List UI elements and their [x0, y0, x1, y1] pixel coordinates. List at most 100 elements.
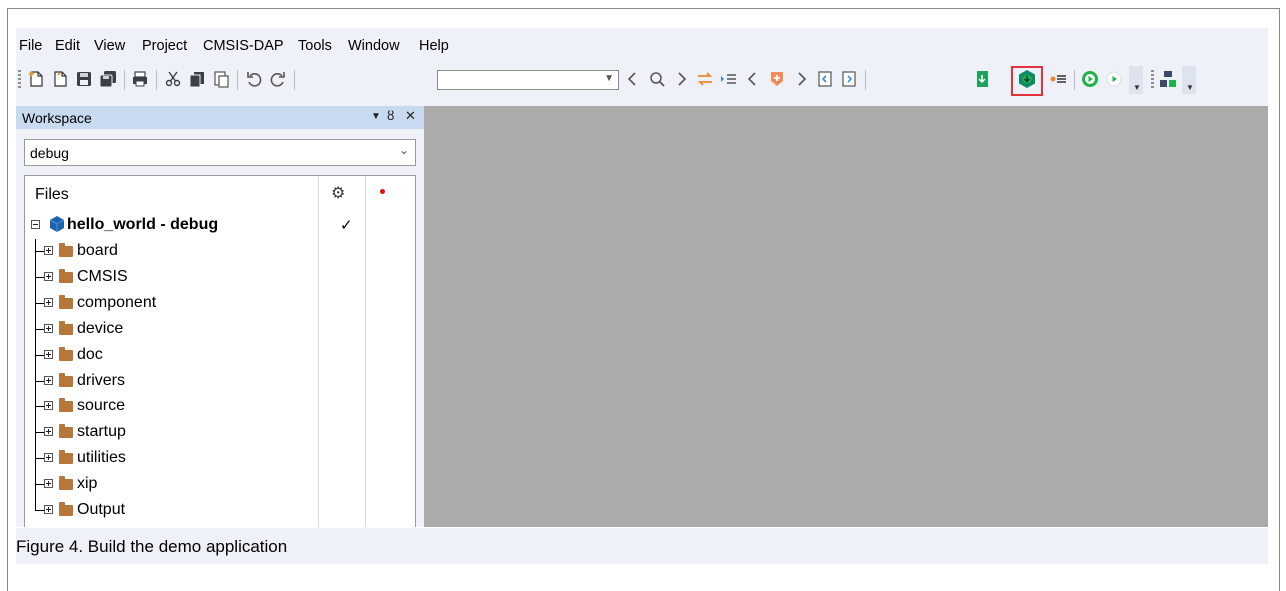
ide-window: File Edit View Project CMSIS-DAP Tools W…: [16, 28, 1268, 527]
folder-name: xip: [77, 475, 98, 493]
toolbar-overflow-button[interactable]: ▼: [1129, 66, 1143, 94]
tree-line: [35, 328, 44, 330]
folder-row[interactable]: xip: [25, 472, 415, 499]
folder-row[interactable]: board: [25, 239, 415, 265]
go-to-icon[interactable]: [695, 69, 715, 89]
gear-icon[interactable]: ⚙: [331, 183, 345, 203]
tree-line: [35, 458, 44, 460]
expand-icon[interactable]: [44, 505, 53, 514]
menu-project[interactable]: Project: [142, 38, 187, 54]
chevron-down-icon: ⌄: [398, 143, 409, 157]
expand-icon[interactable]: [44, 349, 53, 359]
make-and-run-icon[interactable]: [1104, 69, 1124, 89]
compile-icon[interactable]: [972, 69, 992, 89]
folder-row[interactable]: doc: [25, 342, 415, 369]
tree-line: [35, 302, 44, 304]
redo-icon[interactable]: [268, 69, 288, 89]
tree-line: [35, 264, 36, 291]
highlight-box: [1011, 66, 1043, 96]
folder-row[interactable]: CMSIS: [25, 264, 415, 291]
project-row[interactable]: hello_world - debug ✓: [25, 213, 415, 239]
save-icon[interactable]: [74, 69, 94, 89]
folder-name: startup: [77, 423, 126, 441]
tree-line: [35, 276, 44, 278]
toolbar-separator: [156, 70, 157, 90]
cmsis-manage-icon[interactable]: [1158, 69, 1178, 89]
close-icon[interactable]: ✕: [405, 108, 416, 124]
tree-line: [35, 251, 44, 252]
expand-icon[interactable]: [44, 323, 53, 333]
folder-name: component: [77, 293, 157, 311]
find-next-icon[interactable]: [671, 69, 691, 89]
toolbar-separator: [865, 70, 866, 90]
caption-text: Figure 4. Build the demo application: [16, 537, 288, 556]
copy-icon[interactable]: [187, 69, 207, 89]
folder-row[interactable]: drivers: [25, 368, 415, 395]
save-all-icon[interactable]: [98, 69, 118, 89]
breakpoint-dot-icon[interactable]: [380, 189, 385, 194]
next-bookmark-icon[interactable]: [791, 69, 811, 89]
menu-help[interactable]: Help: [419, 38, 449, 54]
folder-icon: [59, 398, 73, 413]
folder-name: device: [77, 319, 124, 337]
editor-area[interactable]: [424, 106, 1268, 527]
folder-name: Output: [77, 501, 126, 518]
dropdown-icon[interactable]: ▼: [371, 111, 381, 122]
folder-row[interactable]: Output: [25, 498, 415, 524]
menu-cmsis-dap[interactable]: CMSIS-DAP: [203, 38, 284, 54]
toolbar-grip[interactable]: [1151, 70, 1154, 90]
figure-caption: Figure 4. Build the demo application: [16, 528, 1268, 564]
folder-row[interactable]: component: [25, 290, 415, 317]
configuration-select[interactable]: debug ⌄: [24, 139, 416, 166]
tree-line: [35, 484, 44, 486]
expand-icon[interactable]: [44, 401, 53, 411]
folder-row[interactable]: startup: [25, 420, 415, 447]
pin-icon[interactable]: ȣ: [387, 108, 394, 123]
folder-row[interactable]: utilities: [25, 446, 415, 473]
expand-icon[interactable]: [44, 375, 53, 385]
chevron-down-icon: ▼: [604, 73, 614, 84]
menu-window[interactable]: Window: [348, 38, 400, 54]
menu-view[interactable]: View: [94, 38, 125, 54]
collapse-icon[interactable]: [31, 220, 40, 229]
chevron-down-icon: ▼: [1186, 83, 1194, 92]
folder-row[interactable]: source: [25, 394, 415, 421]
expand-icon[interactable]: [44, 427, 53, 437]
print-icon[interactable]: [130, 69, 150, 89]
menu-edit[interactable]: Edit: [55, 38, 80, 54]
find-icon[interactable]: [647, 69, 667, 89]
expand-icon[interactable]: [44, 246, 53, 255]
open-file-icon[interactable]: [50, 69, 70, 89]
expand-icon[interactable]: [44, 271, 53, 281]
file-tree: Files ⚙ hello_world - debug ✓ board CMSIS…: [24, 175, 416, 527]
expand-icon[interactable]: [44, 479, 53, 489]
main-toolbar: ▼ ▼ ▼: [16, 64, 1268, 96]
folder-name: CMSIS: [77, 267, 128, 285]
debug-without-download-icon[interactable]: [1048, 69, 1068, 89]
undo-icon[interactable]: [244, 69, 264, 89]
toolbar-grip[interactable]: [18, 70, 21, 90]
navigate-forward-icon[interactable]: [839, 69, 859, 89]
navigate-back-icon[interactable]: [815, 69, 835, 89]
files-column-header[interactable]: Files: [35, 186, 69, 204]
search-combo[interactable]: ▼: [437, 70, 619, 90]
find-previous-icon[interactable]: [623, 69, 643, 89]
shield-bookmark-icon[interactable]: [767, 69, 787, 89]
folder-icon: [59, 320, 73, 335]
toolbar-separator: [294, 70, 295, 90]
menu-tools[interactable]: Tools: [298, 38, 332, 54]
tree-line: [35, 432, 44, 434]
expand-icon[interactable]: [44, 297, 53, 307]
new-file-icon[interactable]: [26, 69, 46, 89]
toggle-bookmark-icon[interactable]: [719, 69, 739, 89]
paste-icon[interactable]: [211, 69, 231, 89]
folder-row[interactable]: device: [25, 316, 415, 343]
previous-bookmark-icon[interactable]: [743, 69, 763, 89]
toolbar-overflow-button[interactable]: ▼: [1182, 66, 1196, 94]
cut-icon[interactable]: [163, 69, 183, 89]
menu-file[interactable]: File: [19, 38, 42, 54]
tree-line: [35, 472, 36, 499]
expand-icon[interactable]: [44, 453, 53, 463]
toolbar-separator: [237, 70, 238, 90]
go-run-icon[interactable]: [1080, 69, 1100, 89]
